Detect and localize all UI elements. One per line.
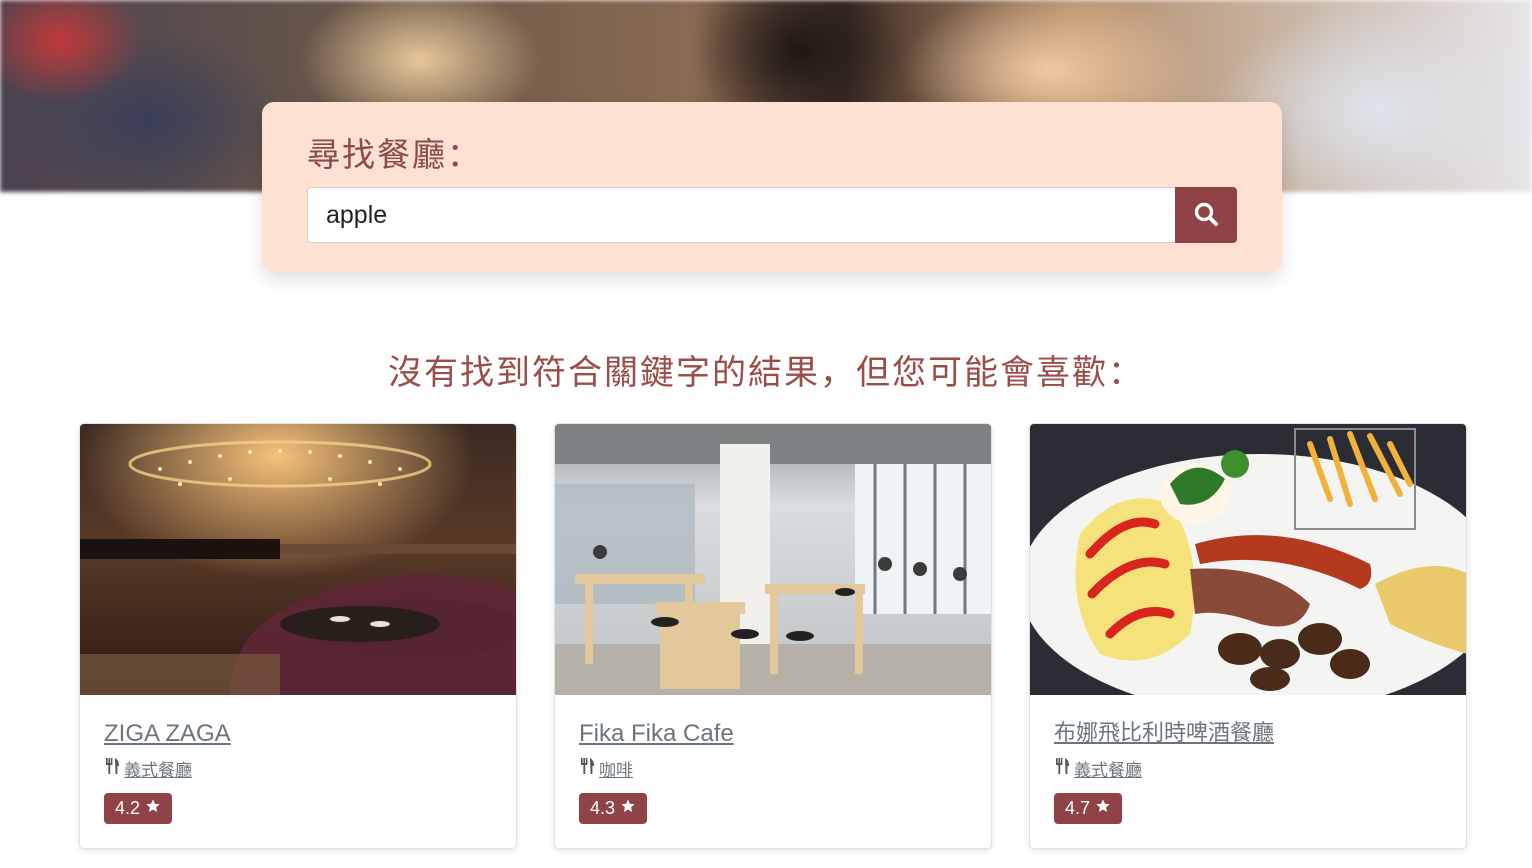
search-panel: 尋找餐廳： (262, 102, 1282, 272)
restaurant-category-label: 咖啡 (599, 760, 633, 781)
restaurant-card[interactable]: ZIGA ZAGA 義式餐廳 4.2 (79, 423, 517, 849)
restaurant-category[interactable]: 咖啡 (579, 755, 967, 781)
restaurant-name-link[interactable]: ZIGA ZAGA (104, 717, 492, 751)
restaurant-image[interactable] (555, 424, 991, 695)
search-icon (1193, 201, 1219, 230)
rating-badge: 4.2 (104, 793, 173, 824)
rating-badge: 4.3 (579, 793, 648, 824)
utensils-icon (579, 757, 597, 780)
rating-badge: 4.7 (1054, 793, 1123, 824)
restaurant-category[interactable]: 義式餐廳 (104, 755, 492, 781)
search-title: 尋找餐廳： (307, 135, 482, 174)
utensils-icon (1054, 757, 1072, 780)
restaurant-card[interactable]: Fika Fika Cafe 咖啡 4.3 (554, 423, 992, 849)
star-icon (140, 798, 161, 819)
utensils-icon (104, 757, 122, 780)
search-bar (307, 187, 1237, 243)
page: 尋找餐廳： 沒有找到符合關鍵字的結果，但您可能會喜歡： (0, 0, 1532, 868)
restaurant-category-label: 義式餐廳 (1074, 760, 1142, 781)
rating-value: 4.3 (590, 798, 616, 818)
rating-value: 4.2 (115, 798, 141, 818)
star-icon (615, 798, 636, 819)
search-input[interactable] (307, 187, 1175, 243)
star-icon (1090, 798, 1111, 819)
rating-value: 4.7 (1065, 798, 1091, 818)
restaurant-category-label: 義式餐廳 (124, 760, 192, 781)
restaurant-card[interactable]: 布娜飛比利時啤酒餐廳 義式餐廳 4.7 (1029, 423, 1467, 849)
no-result-heading: 沒有找到符合關鍵字的結果，但您可能會喜歡： (388, 353, 1144, 393)
restaurant-name-link[interactable]: 布娜飛比利時啤酒餐廳 (1054, 717, 1442, 751)
search-button[interactable] (1175, 187, 1237, 243)
restaurant-card-list: ZIGA ZAGA 義式餐廳 4.2 Fika Fika Cafe 咖啡 4.3… (79, 423, 1467, 849)
restaurant-name-link[interactable]: Fika Fika Cafe (579, 717, 967, 751)
restaurant-image[interactable] (1030, 424, 1466, 695)
restaurant-category[interactable]: 義式餐廳 (1054, 755, 1442, 781)
restaurant-image[interactable] (80, 424, 516, 695)
